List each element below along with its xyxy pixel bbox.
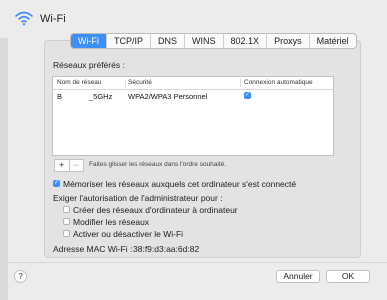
toggle-wifi-label: Activer ou désactiver le Wi-Fi (73, 229, 184, 239)
toggle-wifi-checkbox[interactable] (63, 230, 70, 237)
preferred-networks-table[interactable]: Nom de réseau Sécurité Connexion automat… (52, 76, 334, 156)
ok-button[interactable]: OK (326, 270, 370, 283)
tab-proxies[interactable]: Proxys (267, 34, 310, 48)
remember-networks-label: Mémoriser les réseaux auxquels cet ordin… (63, 179, 297, 189)
network-security: WPA2/WPA3 Personnel (128, 92, 208, 101)
window-header: Wi-Fi (0, 0, 387, 30)
tab-hardware[interactable]: Matériel (310, 34, 356, 48)
mac-address-label: Adresse MAC Wi-Fi : (53, 244, 133, 254)
tab-8021x[interactable]: 802.1X (224, 34, 268, 48)
remove-network-button[interactable]: − (70, 160, 84, 171)
mac-address-value: 38:f9:d3:aa:6d:82 (133, 244, 200, 254)
tab-wins[interactable]: WINS (185, 34, 224, 48)
tab-bar: Wi-Fi TCP/IP DNS WINS 802.1X Proxys Maté… (70, 33, 357, 49)
column-divider (240, 79, 241, 87)
add-remove-control: + − (54, 159, 84, 172)
column-divider (125, 79, 126, 87)
background-sidebar-edge (0, 38, 8, 300)
preferred-networks-label: Réseaux préférés : (53, 60, 125, 70)
tab-tcpip[interactable]: TCP/IP (107, 34, 152, 48)
modify-networks-label: Modifier les réseaux (73, 217, 150, 227)
add-network-button[interactable]: + (55, 160, 70, 171)
table-header: Nom de réseau Sécurité Connexion automat… (53, 77, 333, 90)
network-advanced-window: Wi-Fi Wi-Fi TCP/IP DNS WINS 802.1X Proxy… (0, 0, 387, 300)
footer-divider (0, 262, 387, 263)
admin-required-label: Exiger l'autorisation de l'administrateu… (53, 193, 223, 203)
column-network-name[interactable]: Nom de réseau (57, 79, 101, 86)
column-auto-join[interactable]: Connexion automatique (244, 79, 313, 86)
wifi-icon (15, 11, 33, 26)
window-title: Wi-Fi (40, 13, 66, 25)
column-security[interactable]: Sécurité (128, 79, 152, 86)
drag-hint: Faites glisser les réseaux dans l'ordre … (89, 161, 227, 168)
network-name-prefix: B (57, 92, 63, 101)
network-name: _5GHz (89, 92, 113, 101)
tab-wifi[interactable]: Wi-Fi (71, 34, 107, 48)
help-button[interactable]: ? (14, 270, 27, 283)
create-computer-networks-label: Créer des réseaux d'ordinateur à ordinat… (73, 205, 238, 215)
tab-dns[interactable]: DNS (151, 34, 186, 48)
remember-networks-checkbox[interactable]: ✓ (53, 180, 60, 187)
auto-join-checkbox[interactable]: ✓ (244, 92, 251, 99)
cancel-button[interactable]: Annuler (276, 270, 320, 283)
create-computer-networks-checkbox[interactable] (63, 206, 70, 213)
modify-networks-checkbox[interactable] (63, 218, 70, 225)
